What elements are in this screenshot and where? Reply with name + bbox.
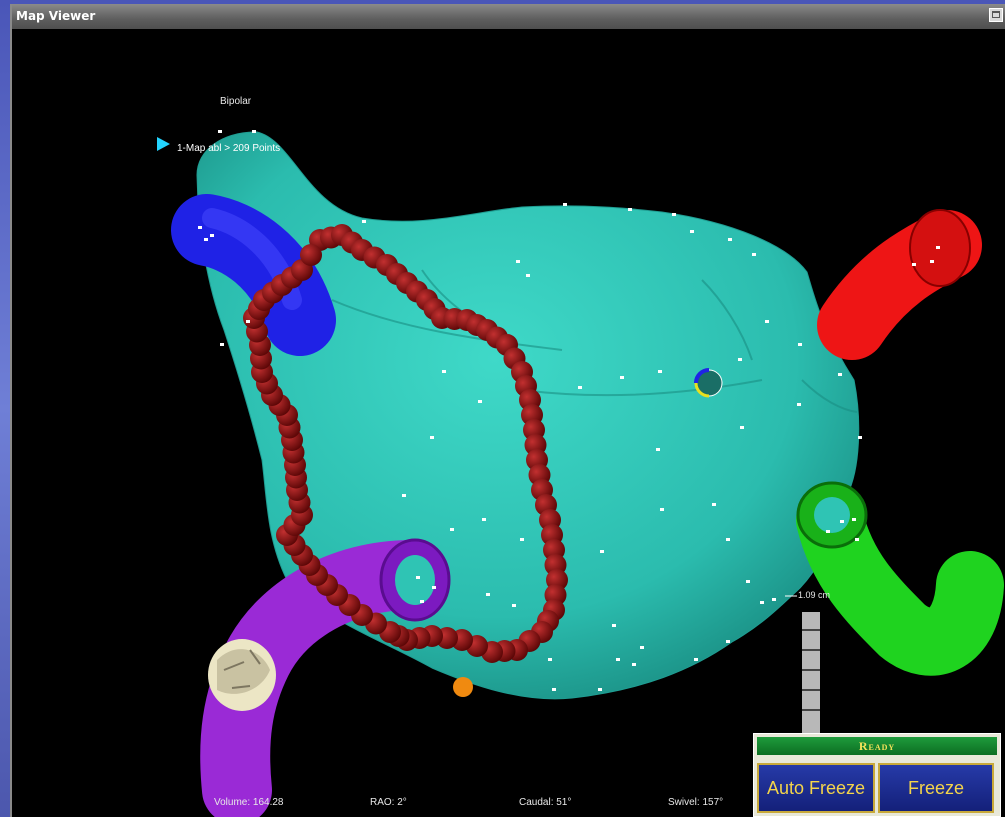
map-point xyxy=(656,448,660,451)
map-point xyxy=(402,494,406,497)
left-inferior-vein[interactable] xyxy=(796,481,1004,676)
map-point xyxy=(512,604,516,607)
map-point xyxy=(726,640,730,643)
map-point xyxy=(210,234,214,237)
capture-panel: Ready Auto Freeze Freeze xyxy=(753,733,1001,817)
status-ready-bar: Ready xyxy=(757,737,997,755)
map-point xyxy=(728,238,732,241)
catheter-tip-marker xyxy=(453,677,473,697)
appendage-blob xyxy=(208,639,276,711)
map-point xyxy=(752,253,756,256)
map-point xyxy=(482,518,486,521)
map-point xyxy=(772,598,776,601)
mode-label: Bipolar xyxy=(220,96,252,107)
map-point xyxy=(220,343,224,346)
map-point xyxy=(740,426,744,429)
map-viewport[interactable]: Bipolar 1-Map abl > 209 Points 1.09 cm V… xyxy=(12,29,1005,817)
3d-map-scene[interactable] xyxy=(2,0,1005,817)
map-point xyxy=(912,263,916,266)
map-point xyxy=(478,400,482,403)
map-label[interactable]: 1-Map abl > 209 Points xyxy=(177,143,280,154)
map-point xyxy=(712,503,716,506)
map-point xyxy=(746,580,750,583)
map-point xyxy=(600,550,604,553)
map-point xyxy=(838,373,842,376)
map-point xyxy=(628,208,632,211)
map-point xyxy=(936,246,940,249)
map-point xyxy=(598,688,602,691)
map-point xyxy=(442,370,446,373)
map-point xyxy=(432,586,436,589)
map-point xyxy=(563,203,567,206)
map-point xyxy=(855,538,859,541)
map-point xyxy=(690,230,694,233)
map-point xyxy=(548,658,552,661)
map-point xyxy=(797,403,801,406)
map-point xyxy=(430,436,434,439)
map-point xyxy=(578,386,582,389)
map-point xyxy=(526,274,530,277)
map-point xyxy=(930,260,934,263)
auto-freeze-button[interactable]: Auto Freeze xyxy=(757,763,875,813)
map-point xyxy=(198,226,202,229)
lesion-bead xyxy=(300,244,322,266)
map-point xyxy=(798,343,802,346)
map-point xyxy=(738,358,742,361)
map-point xyxy=(726,538,730,541)
freeze-button[interactable]: Freeze xyxy=(878,763,994,813)
map-point xyxy=(632,663,636,666)
map-viewer-window: Map Viewer Bipolar 1-Map abl > 209 Point… xyxy=(10,4,1005,817)
map-point xyxy=(658,370,662,373)
map-point xyxy=(516,260,520,263)
map-point xyxy=(640,646,644,649)
map-point xyxy=(694,658,698,661)
map-point xyxy=(660,508,664,511)
map-point xyxy=(450,528,454,531)
rao-readout: RAO: 2° xyxy=(370,797,407,808)
map-point xyxy=(520,538,524,541)
map-point xyxy=(420,600,424,603)
map-point xyxy=(826,530,830,533)
map-point xyxy=(858,436,862,439)
scale-label: 1.09 cm xyxy=(798,590,831,600)
catheter-ring xyxy=(694,368,723,398)
catheter-shaft xyxy=(802,612,820,737)
map-point xyxy=(760,601,764,604)
swivel-readout: Swivel: 157° xyxy=(668,797,724,808)
map-point xyxy=(765,320,769,323)
map-point xyxy=(612,624,616,627)
map-point xyxy=(204,238,208,241)
left-superior-vein[interactable] xyxy=(817,209,982,360)
map-point xyxy=(552,688,556,691)
map-point xyxy=(362,220,366,223)
caudal-readout: Caudal: 51° xyxy=(519,797,572,808)
map-point xyxy=(252,130,256,133)
map-point xyxy=(218,130,222,133)
map-point xyxy=(246,320,250,323)
map-point xyxy=(486,593,490,596)
volume-readout: Volume: 164.28 xyxy=(214,797,284,808)
map-point xyxy=(852,518,856,521)
map-point xyxy=(620,376,624,379)
map-point xyxy=(616,658,620,661)
map-point xyxy=(416,576,420,579)
map-point xyxy=(672,213,676,216)
map-cursor-icon[interactable] xyxy=(157,137,170,151)
map-point xyxy=(840,520,844,523)
